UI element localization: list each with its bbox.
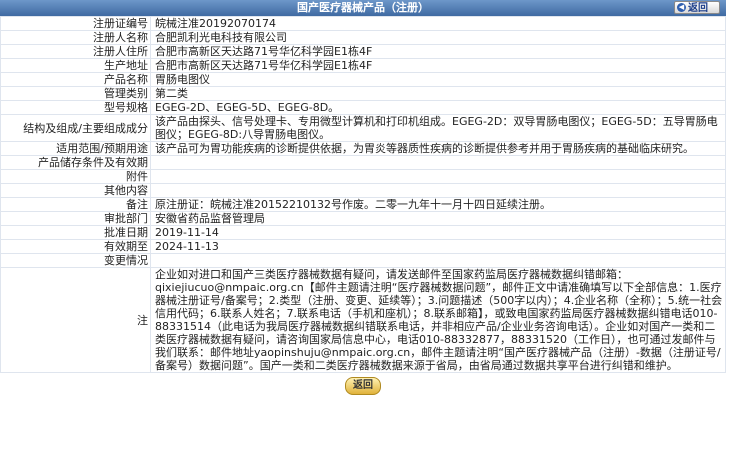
table-row: 变更情况 [0, 253, 726, 268]
field-label: 附件 [0, 169, 151, 184]
table-row: 注册证编号 皖械注准20192070174 [0, 16, 726, 31]
arrow-left-icon: ◀ [677, 3, 686, 12]
table-row: 产品储存条件及有效期 [0, 155, 726, 170]
field-label: 管理类别 [0, 86, 151, 101]
field-label: 型号规格 [0, 100, 151, 115]
field-value: 2024-11-13 [150, 239, 726, 254]
field-label: 有效期至 [0, 239, 151, 254]
field-value: 胃肠电图仪 [150, 72, 726, 87]
field-label: 变更情况 [0, 253, 151, 268]
table-row: 附件 [0, 169, 726, 184]
field-value: 皖械注准20192070174 [150, 16, 726, 31]
table-row: 生产地址 合肥市高新区天达路71号华亿科学园E1栋4F [0, 58, 726, 73]
table-row: 管理类别 第二类 [0, 86, 726, 101]
back-button-top[interactable]: ◀ 返回 [674, 1, 720, 14]
field-label: 注册人住所 [0, 44, 151, 59]
table-row: 备注 原注册证：皖械注准20152210132号作废。二零一九年十一月十四日延续注… [0, 197, 726, 212]
table-row: 注册人住所 合肥市高新区天达路71号华亿科学园E1栋4F [0, 44, 726, 59]
table-row: 注企业如对进口和国产三类医疗器械数据有疑问，请发送邮件至国家药监局医疗器械数据纠… [0, 267, 726, 373]
field-label: 其他内容 [0, 183, 151, 198]
field-value: 企业如对进口和国产三类医疗器械数据有疑问，请发送邮件至国家药监局医疗器械数据纠错… [150, 267, 726, 373]
detail-table: 注册证编号 皖械注准20192070174 注册人名称 合肥凯利光电科技有限公司 注册人… [0, 16, 726, 373]
table-row: 结构及组成/主要组成成分 该产品由探头、信号处理卡、专用微型计算机和打印机组成。E… [0, 114, 726, 142]
record-frame: 国产医疗器械产品（注册） ◀ 返回 注册证编号 皖械注准20192070174 注册… [0, 0, 726, 395]
table-row: 其他内容 [0, 183, 726, 198]
field-label: 产品储存条件及有效期 [0, 155, 151, 170]
table-row: 有效期至 2024-11-13 [0, 239, 726, 254]
table-row: 审批部门 安徽省药品监督管理局 [0, 211, 726, 226]
field-label: 注册证编号 [0, 16, 151, 31]
field-value: 原注册证：皖械注准20152210132号作废。二零一九年十一月十四日延续注册。 [150, 197, 726, 212]
field-value: 2019-11-14 [150, 225, 726, 240]
field-label: 批准日期 [0, 225, 151, 240]
field-label: 备注 [0, 197, 151, 212]
field-label: 审批部门 [0, 211, 151, 226]
field-value [150, 169, 726, 184]
field-value: 该产品可为胃功能疾病的诊断提供依据，为胃炎等器质性疾病的诊断提供参考并用于胃肠疾… [150, 141, 726, 156]
field-value: 合肥市高新区天达路71号华亿科学园E1栋4F [150, 58, 726, 73]
field-value [150, 183, 726, 198]
back-button-bottom[interactable]: 返回 [345, 377, 381, 395]
field-label: 注 [0, 267, 151, 373]
field-label: 结构及组成/主要组成成分 [0, 114, 151, 142]
table-row: 型号规格 EGEG-2D、EGEG-5D、EGEG-8D。 [0, 100, 726, 115]
field-value: 安徽省药品监督管理局 [150, 211, 726, 226]
field-label: 注册人名称 [0, 30, 151, 45]
footer: 返回 [0, 373, 726, 395]
field-value: 合肥凯利光电科技有限公司 [150, 30, 726, 45]
field-value: 第二类 [150, 86, 726, 101]
back-label: 返回 [688, 3, 708, 14]
table-row: 产品名称 胃肠电图仪 [0, 72, 726, 87]
field-value: 该产品由探头、信号处理卡、专用微型计算机和打印机组成。EGEG-2D：双导胃肠电… [150, 114, 726, 142]
field-value: 合肥市高新区天达路71号华亿科学园E1栋4F [150, 44, 726, 59]
field-value [150, 253, 726, 268]
table-row: 适用范围/预期用途 该产品可为胃功能疾病的诊断提供依据，为胃炎等器质性疾病的诊断提… [0, 141, 726, 156]
field-value: EGEG-2D、EGEG-5D、EGEG-8D。 [150, 100, 726, 115]
field-value [150, 155, 726, 170]
field-label: 产品名称 [0, 72, 151, 87]
page-title: 国产医疗器械产品（注册） [297, 1, 429, 14]
field-label: 生产地址 [0, 58, 151, 73]
table-row: 注册人名称 合肥凯利光电科技有限公司 [0, 30, 726, 45]
title-bar: 国产医疗器械产品（注册） ◀ 返回 [0, 0, 726, 16]
table-row: 批准日期 2019-11-14 [0, 225, 726, 240]
field-label: 适用范围/预期用途 [0, 141, 151, 156]
